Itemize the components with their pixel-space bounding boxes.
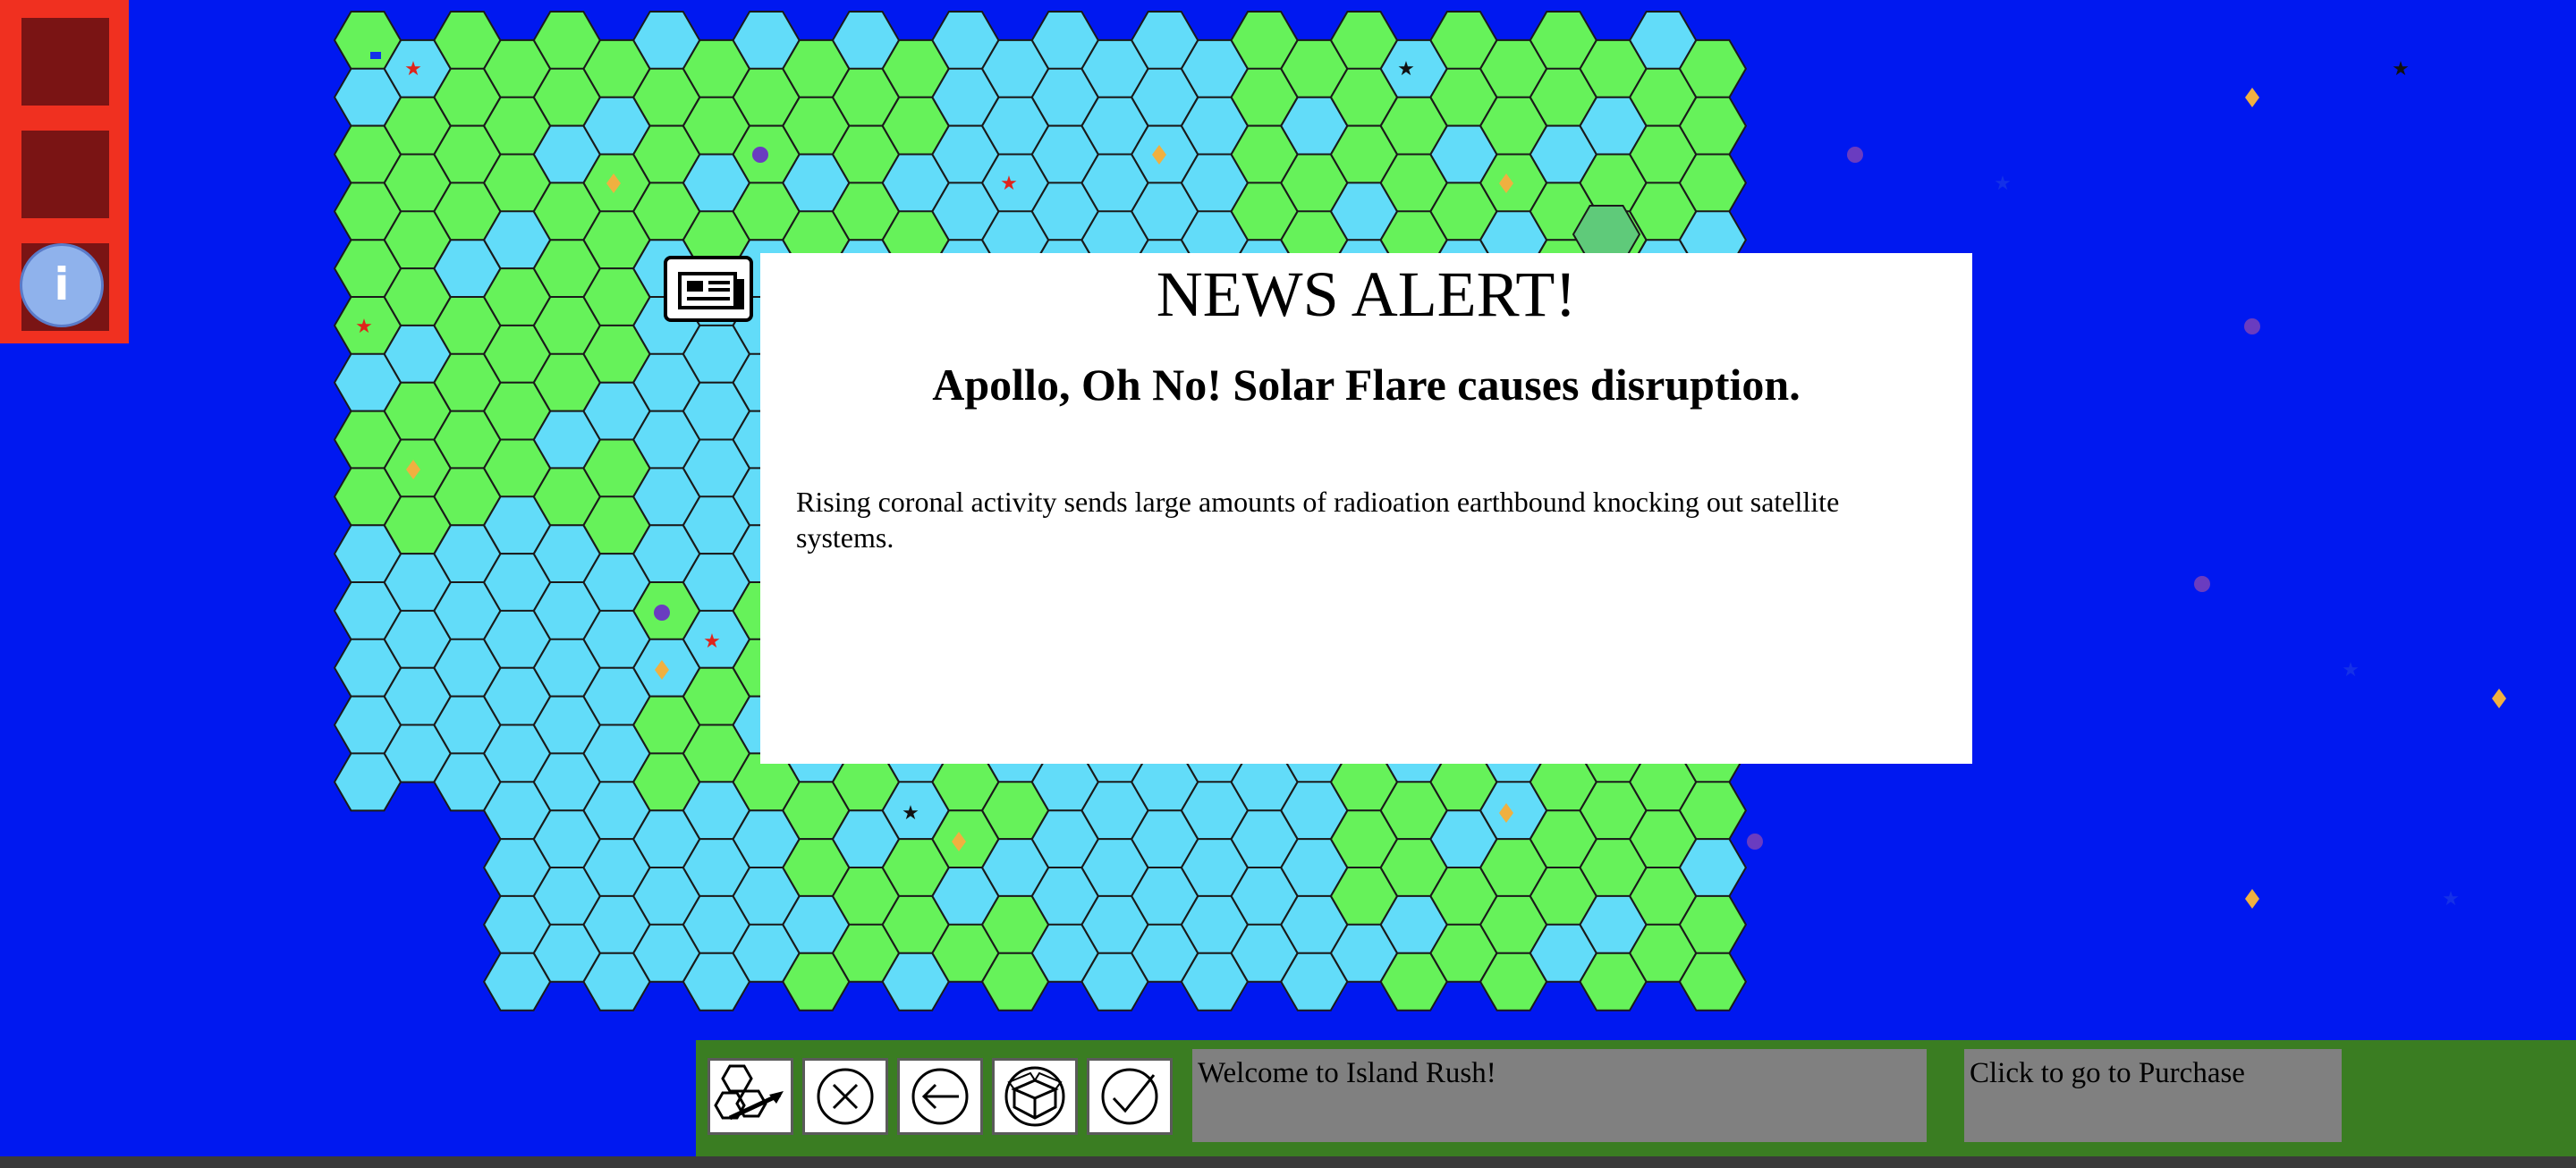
- undo-button[interactable]: [897, 1058, 983, 1135]
- star-icon[interactable]: ★: [2342, 658, 2360, 681]
- star-icon[interactable]: ★: [355, 315, 373, 337]
- star-icon[interactable]: ★: [902, 801, 919, 824]
- info-icon[interactable]: i: [20, 243, 104, 327]
- star-icon[interactable]: ★: [2392, 57, 2410, 80]
- news-body: Rising coronal activity sends large amou…: [796, 486, 1840, 554]
- confirm-button[interactable]: [1087, 1058, 1173, 1135]
- news-headline: Apollo, Oh No! Solar Flare causes disrup…: [932, 360, 1801, 410]
- footer-strip: [0, 1156, 2576, 1168]
- star-icon[interactable]: ★: [1994, 172, 2012, 194]
- move-hexes-button[interactable]: [708, 1058, 793, 1135]
- star-icon[interactable]: ★: [1000, 172, 1018, 194]
- star-icon[interactable]: ★: [2442, 887, 2460, 910]
- diamond-icon[interactable]: [2492, 689, 2506, 708]
- diamond-icon[interactable]: [2245, 88, 2259, 107]
- status-message: Welcome to Island Rush!: [1192, 1049, 1927, 1142]
- bottom-toolbar: Welcome to Island Rush! Click to go to P…: [696, 1040, 2576, 1156]
- unit-marker[interactable]: [1747, 834, 1763, 850]
- unit-marker[interactable]: [654, 605, 670, 621]
- close-circle-icon: [817, 1068, 874, 1125]
- container-button[interactable]: [992, 1058, 1078, 1135]
- sidebar-slot-2[interactable]: [21, 131, 109, 218]
- diamond-icon[interactable]: [2245, 889, 2259, 909]
- unit-marker[interactable]: [2194, 576, 2210, 592]
- news-alert-popup[interactable]: NEWS ALERT! Apollo, Oh No! Solar Flare c…: [760, 253, 1972, 764]
- hex-arrow-icon: [714, 1064, 784, 1121]
- star-icon[interactable]: ★: [703, 630, 721, 652]
- purchase-button[interactable]: Click to go to Purchase: [1964, 1049, 2342, 1142]
- star-icon[interactable]: ★: [404, 57, 422, 80]
- check-circle-icon: [1101, 1068, 1158, 1125]
- news-alert-title: NEWS ALERT!: [1156, 258, 1577, 330]
- box-icon: [1004, 1066, 1065, 1127]
- unit-marker[interactable]: [2244, 318, 2260, 334]
- newspaper-icon: [664, 256, 753, 322]
- unit-marker[interactable]: [752, 147, 768, 163]
- star-icon[interactable]: ★: [1397, 57, 1415, 80]
- unit-marker[interactable]: [1847, 147, 1863, 163]
- back-arrow-icon: [911, 1068, 969, 1125]
- sidebar-slot-1[interactable]: [21, 18, 109, 106]
- unit-marker[interactable]: [370, 52, 381, 59]
- left-sidebar: i: [0, 0, 129, 343]
- cancel-button[interactable]: [802, 1058, 888, 1135]
